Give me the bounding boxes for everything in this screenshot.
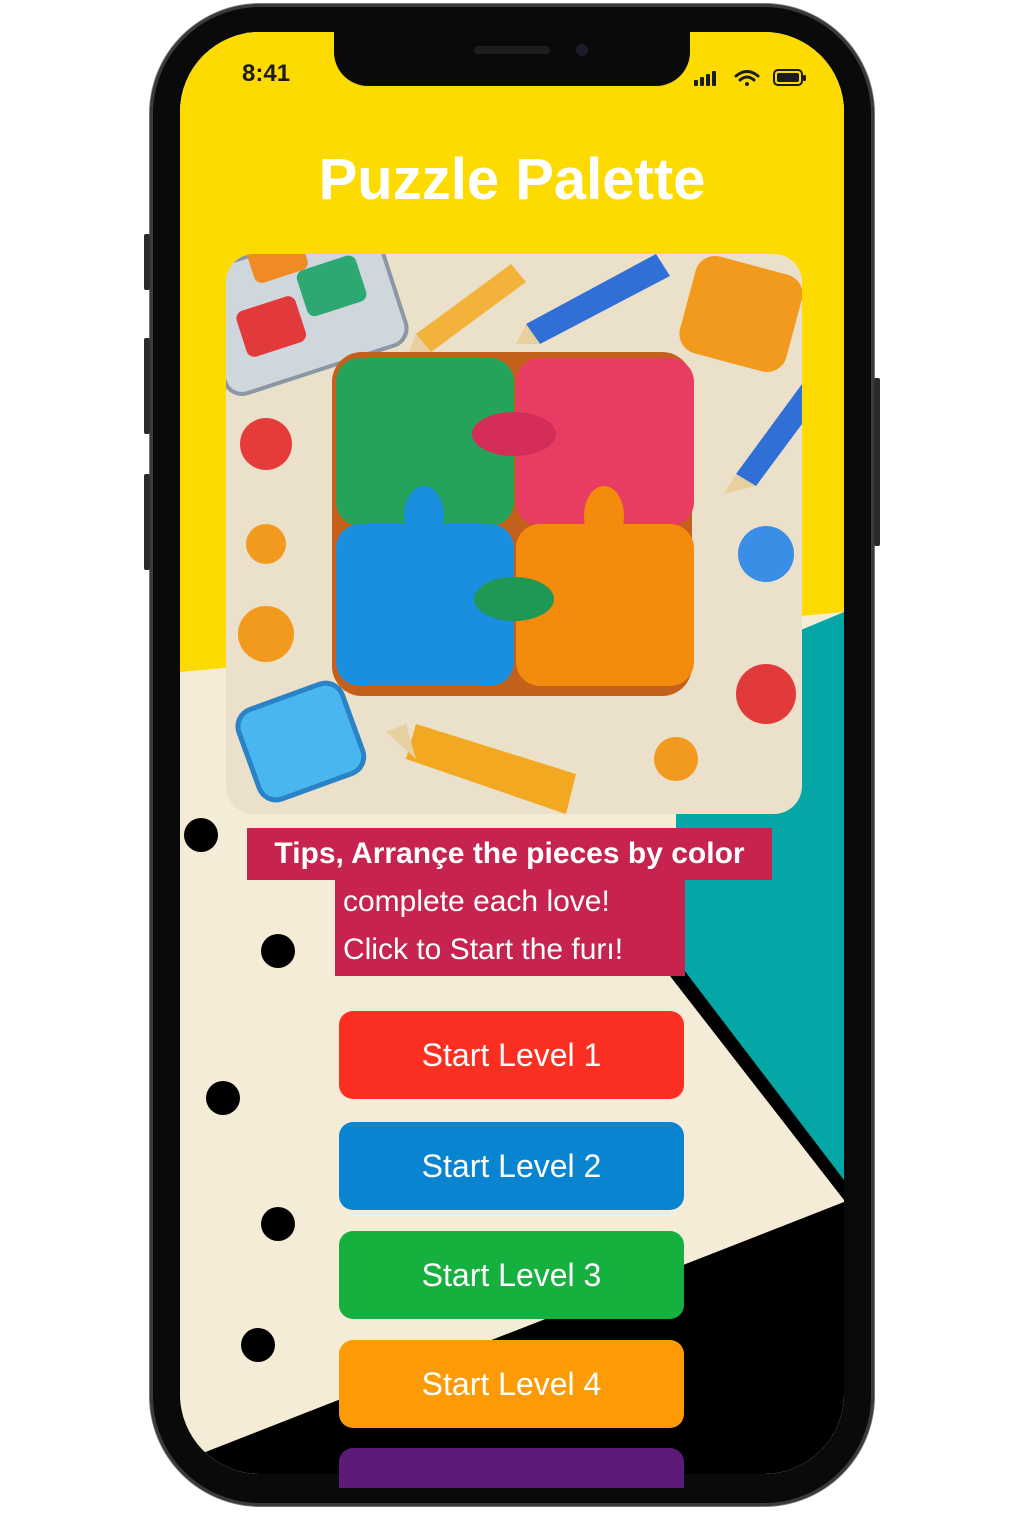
tips-line-2: complete each love!: [343, 885, 610, 918]
start-level-5-button-partial[interactable]: [339, 1448, 684, 1488]
side-button-volume-down: [144, 474, 150, 570]
decorative-dot: [184, 818, 218, 852]
ball-shape: [736, 664, 796, 724]
blob-shape: [246, 524, 286, 564]
cellular-signal-icon: [694, 71, 716, 86]
status-time: 8:41: [242, 60, 291, 87]
page-title: Puzzle Palette: [318, 147, 706, 212]
puzzle-pieces: [332, 352, 694, 696]
side-button-volume-up: [144, 338, 150, 434]
puzzle-illustration: [226, 254, 802, 814]
speaker-grille: [474, 46, 550, 54]
star-shape: [738, 526, 794, 582]
decorative-dot: [241, 1328, 275, 1362]
side-button-mute: [144, 234, 150, 290]
front-camera: [576, 44, 588, 56]
blob-shape: [238, 606, 294, 662]
star-shape: [240, 418, 292, 470]
tips-line-1: Tips, Arrançe the pieces by color: [247, 828, 772, 880]
decorative-dot: [261, 934, 295, 968]
start-level-2-button[interactable]: Start Level 2: [339, 1122, 684, 1210]
tips-line-3: Click to Start the furı!: [343, 933, 624, 966]
start-level-1-button[interactable]: Start Level 1: [339, 1011, 684, 1099]
decorative-dot: [261, 1207, 295, 1241]
start-level-4-button[interactable]: Start Level 4: [339, 1340, 684, 1428]
battery-icon: [773, 69, 806, 86]
hero-image: [226, 254, 802, 814]
blob-shape: [654, 737, 698, 781]
decorative-dot: [206, 1081, 240, 1115]
wifi-icon: [734, 70, 760, 86]
side-button-power: [874, 378, 880, 546]
tips-box: complete each love! Click to Start the f…: [335, 878, 685, 976]
status-icons: [690, 66, 810, 95]
start-level-3-button[interactable]: Start Level 3: [339, 1231, 684, 1319]
notch: [334, 30, 690, 86]
